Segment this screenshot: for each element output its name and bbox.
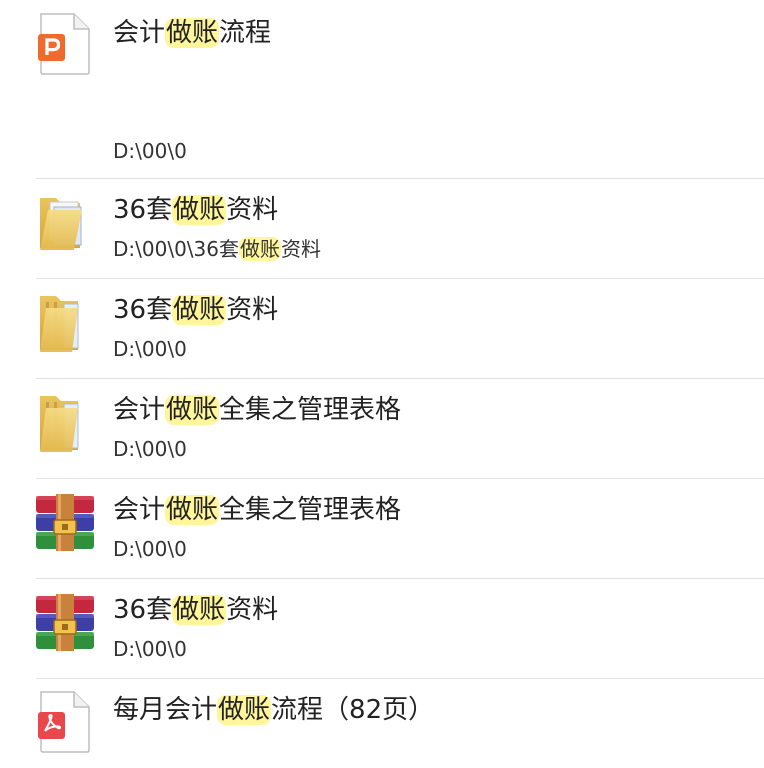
list-item[interactable]: 36套做账资料 D:\00\0 xyxy=(0,279,764,379)
list-item[interactable]: 36套做账资料 D:\00\0\36套做账资料 xyxy=(0,179,764,279)
result-path: D:\00\0 xyxy=(113,139,187,163)
winrar-archive-icon xyxy=(36,594,94,651)
result-path: D:\00\0 xyxy=(113,537,187,561)
folder-with-documents-icon xyxy=(40,198,82,250)
pdf-file-icon xyxy=(38,691,90,753)
result-path: D:\00\0 xyxy=(113,637,187,661)
result-title: 会计做账流程 xyxy=(113,18,272,48)
list-item[interactable]: 会计做账全集之管理表格 D:\00\0 xyxy=(0,479,764,579)
list-item[interactable]: 36套做账资料 D:\00\0 xyxy=(0,579,764,679)
result-title: 36套做账资料 xyxy=(113,595,279,625)
result-title: 会计做账全集之管理表格 xyxy=(113,395,402,425)
result-path: D:\00\0\36套做账资料 xyxy=(113,237,321,261)
result-path: D:\00\0 xyxy=(113,437,187,461)
result-path: D:\00\0 xyxy=(113,337,187,361)
list-item[interactable]: 会计做账全集之管理表格 D:\00\0 xyxy=(0,379,764,479)
result-title: 36套做账资料 xyxy=(113,195,279,225)
list-item[interactable]: 每月会计做账流程（82页） xyxy=(0,679,764,768)
list-item[interactable]: 会计做账流程 D:\00\0 xyxy=(0,0,764,179)
result-title: 每月会计做账流程（82页） xyxy=(113,695,435,725)
folder-icon xyxy=(40,396,79,452)
winrar-archive-icon xyxy=(36,494,94,551)
powerpoint-file-icon xyxy=(38,13,90,75)
result-title: 会计做账全集之管理表格 xyxy=(113,495,402,525)
folder-icon xyxy=(40,296,79,352)
search-results-list: 会计做账流程 D:\00\0 36套做账资料 D:\00\0\36套做账资料 3… xyxy=(0,0,764,768)
result-title: 36套做账资料 xyxy=(113,295,279,325)
